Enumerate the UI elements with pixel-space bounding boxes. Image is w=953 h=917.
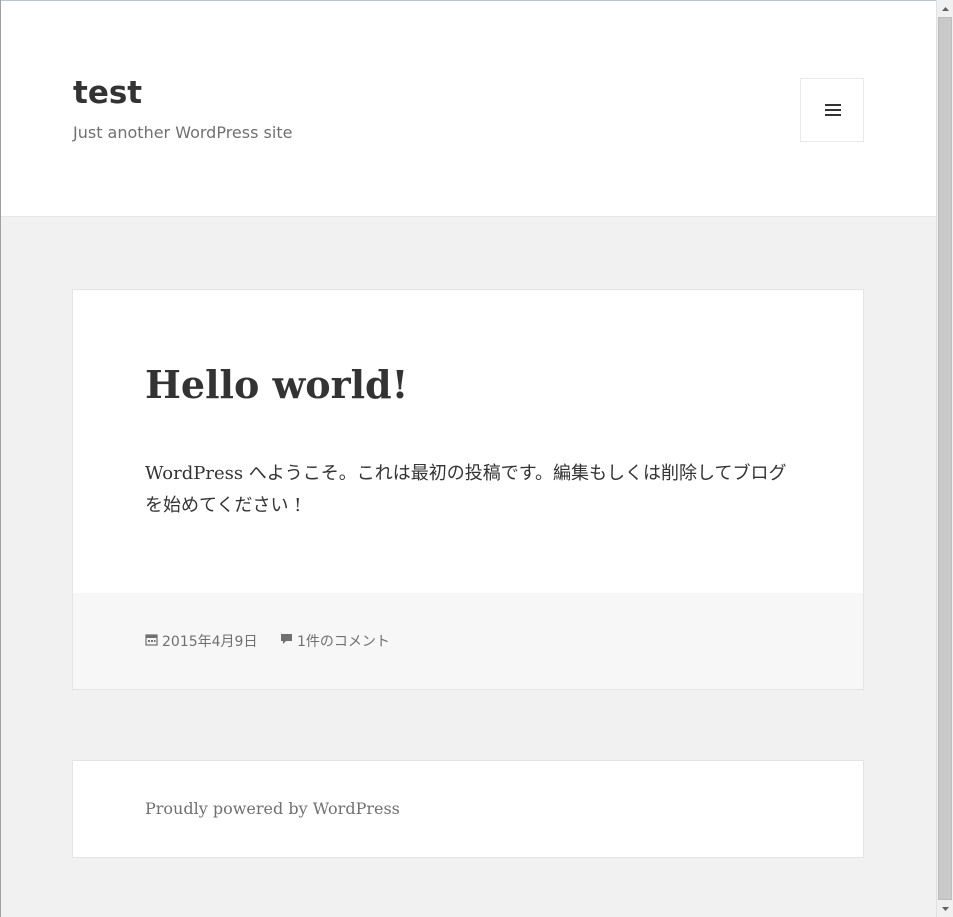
vertical-scrollbar[interactable] — [936, 0, 953, 917]
post-content: WordPress へようこそ。これは最初の投稿です。編集もしくは削除してブログ… — [145, 463, 787, 516]
site-footer: Proudly powered by WordPress — [72, 760, 864, 858]
post-meta-footer: 2015年4月9日 1件のコメント — [73, 593, 863, 689]
hamburger-menu-icon — [825, 104, 841, 116]
post-comments[interactable]: 1件のコメント — [280, 631, 390, 651]
scrollbar-thumb[interactable] — [938, 17, 952, 900]
post-comments-link[interactable]: 1件のコメント — [297, 631, 390, 651]
calendar-icon — [145, 633, 158, 650]
menu-toggle-button[interactable] — [800, 78, 864, 142]
site-title[interactable]: test — [73, 75, 142, 111]
site-header: test Just another WordPress site — [1, 1, 936, 217]
post-date[interactable]: 2015年4月9日 — [145, 631, 257, 651]
scroll-down-arrow-icon[interactable] — [937, 900, 953, 917]
scroll-up-arrow-icon[interactable] — [937, 0, 953, 17]
post-date-link[interactable]: 2015年4月9日 — [162, 631, 257, 651]
post-card: Hello world! WordPress へようこそ。これは最初の投稿です。… — [72, 289, 864, 690]
footer-credit-link[interactable]: Proudly powered by WordPress — [145, 799, 400, 818]
site-description: Just another WordPress site — [73, 123, 293, 142]
comment-bubble-icon — [280, 633, 293, 649]
post-title[interactable]: Hello world! — [145, 362, 408, 407]
